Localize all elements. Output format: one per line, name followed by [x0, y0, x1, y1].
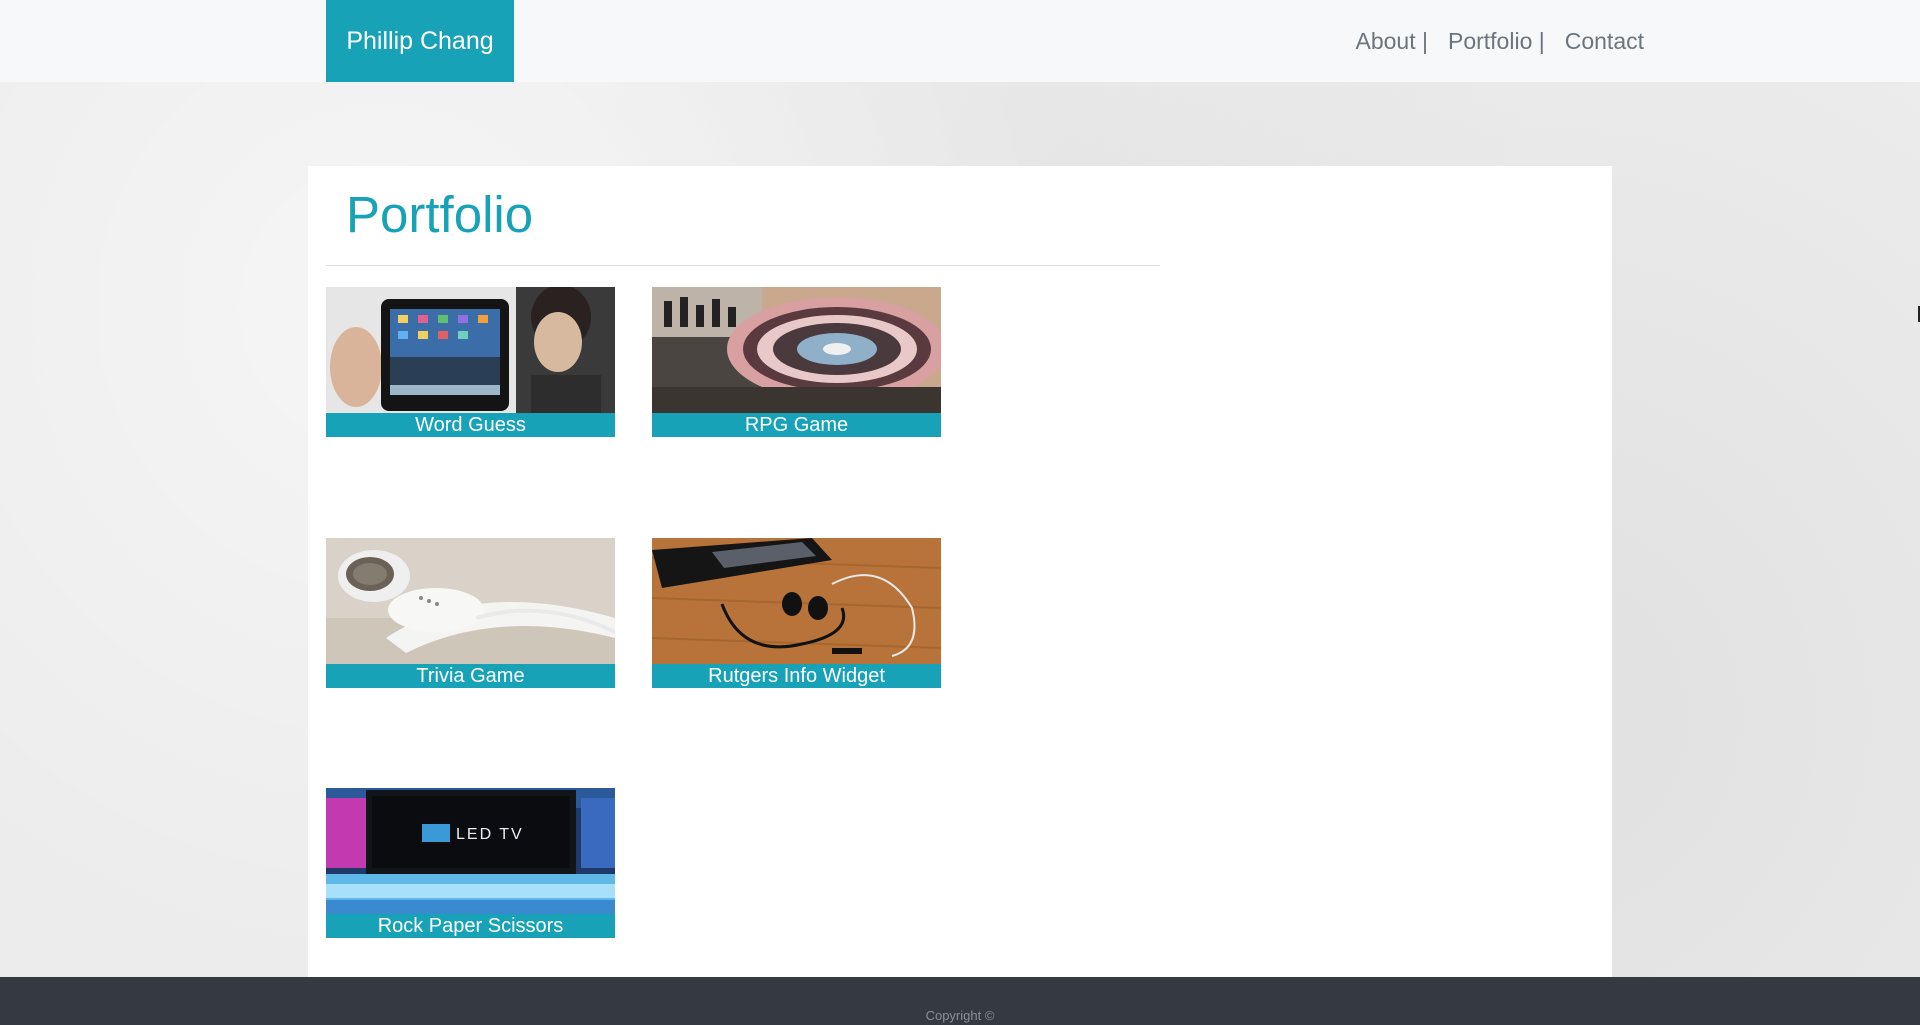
project-card-trivia-game[interactable]: Trivia Game — [326, 538, 615, 688]
project-title: Rock Paper Scissors — [326, 914, 615, 938]
project-title: RPG Game — [652, 413, 941, 437]
project-card-rutgers-info-widget[interactable]: Rutgers Info Widget — [652, 538, 941, 688]
project-title: Word Guess — [326, 413, 615, 437]
project-card-rock-paper-scissors[interactable]: LED TV Rock Paper Scissors — [326, 788, 615, 938]
nav-contact-link[interactable]: Contact — [1565, 28, 1644, 55]
tablet-photo-icon — [326, 287, 615, 413]
project-title: Trivia Game — [326, 664, 615, 688]
led-tv-photo-icon: LED TV — [326, 788, 615, 914]
copyright-text: Copyright © — [925, 1008, 995, 1023]
project-card-word-guess[interactable]: Word Guess — [326, 287, 615, 437]
smartphone-earphones-photo-icon — [652, 538, 941, 664]
brand-link[interactable]: Phillip Chang — [326, 0, 514, 82]
tv-logo-text: LED TV — [456, 826, 524, 843]
navbar: Phillip Chang About | Portfolio | Contac… — [0, 0, 1920, 82]
title-divider — [326, 265, 1160, 266]
page-title: Portfolio — [346, 186, 534, 243]
footer: Copyright © — [0, 977, 1920, 1025]
nav-about-link[interactable]: About | — [1356, 28, 1428, 55]
earbuds-photo-icon — [326, 538, 615, 664]
nav-links: About | Portfolio | Contact — [1336, 0, 1645, 82]
project-card-rpg-game[interactable]: RPG Game — [652, 287, 941, 437]
project-title: Rutgers Info Widget — [652, 664, 941, 688]
turntable-photo-icon — [652, 287, 941, 413]
nav-portfolio-link[interactable]: Portfolio | — [1448, 28, 1545, 55]
